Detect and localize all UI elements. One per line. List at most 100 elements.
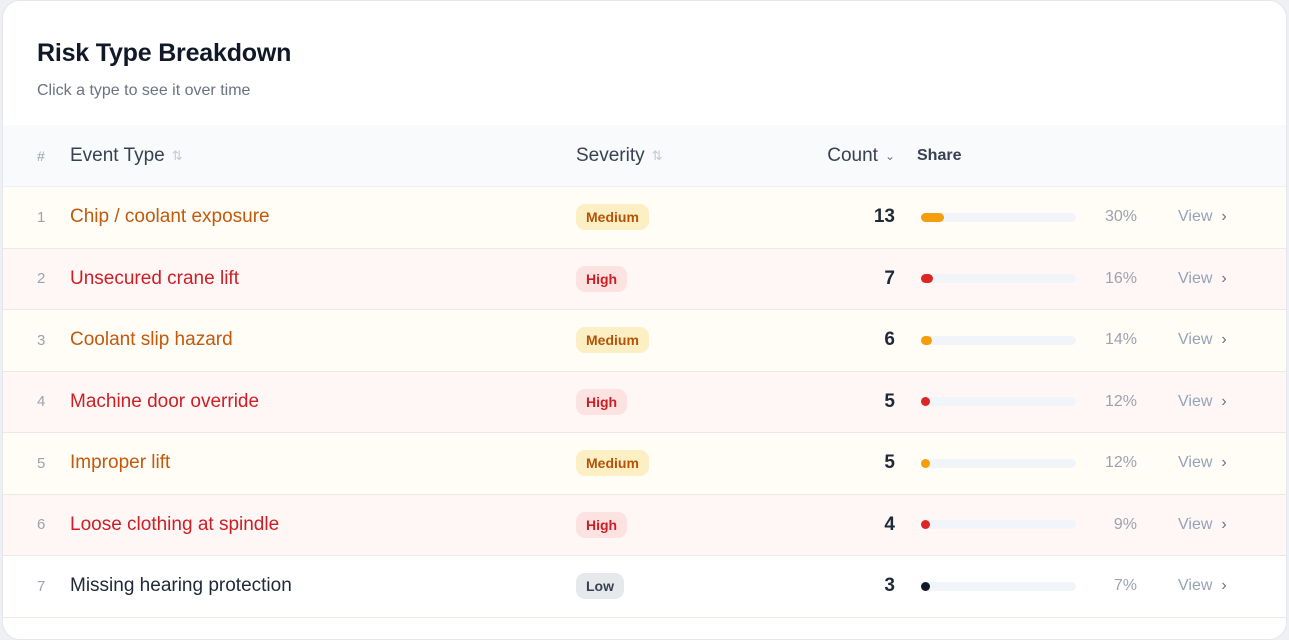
- share-bar-fill: [921, 212, 944, 222]
- count-value: 13: [873, 206, 895, 228]
- chevron-right-icon: ›: [1221, 331, 1227, 349]
- share-percent: 12%: [1104, 392, 1137, 410]
- severity-badge: High: [576, 511, 628, 538]
- count-value: 6: [884, 329, 895, 351]
- table-row[interactable]: 6 Loose clothing at spindle High 4 9% Vi…: [3, 494, 1286, 556]
- severity-cell: Medium: [576, 187, 649, 248]
- header-count[interactable]: Count ⌄: [763, 125, 895, 186]
- chevron-right-icon: ›: [1221, 269, 1227, 287]
- view-label: View: [1178, 515, 1213, 533]
- chevron-right-icon: ›: [1221, 392, 1227, 410]
- chevron-right-icon: ›: [1221, 515, 1227, 533]
- share-bar-track: [921, 520, 1076, 530]
- table-row[interactable]: 3 Coolant slip hazard Medium 6 14% View …: [3, 310, 1286, 372]
- severity-cell: High: [576, 495, 628, 556]
- count-value: 5: [884, 390, 895, 412]
- share-bar-track: [921, 458, 1076, 468]
- table-row[interactable]: 2 Unsecured crane lift High 7 16% View ›: [3, 248, 1286, 310]
- share-bar: [921, 249, 1076, 310]
- chevron-down-icon[interactable]: ⌄: [885, 149, 895, 163]
- view-button[interactable]: View ›: [1178, 372, 1227, 433]
- event-type-link[interactable]: Missing hearing protection: [70, 556, 292, 617]
- card-header: Risk Type Breakdown Click a type to see …: [3, 1, 1286, 125]
- sort-arrows-icon[interactable]: ⇅: [652, 148, 663, 164]
- severity-badge: Medium: [576, 204, 649, 231]
- share-percent: 7%: [1113, 577, 1137, 595]
- table-row[interactable]: 4 Machine door override High 5 12% View …: [3, 371, 1286, 433]
- share-bar-track: [921, 335, 1076, 345]
- share-percent: 9%: [1113, 515, 1137, 533]
- share-bar: [921, 433, 1076, 494]
- share-bar-track: [921, 274, 1076, 284]
- share-bar-fill: [921, 274, 933, 284]
- view-button[interactable]: View ›: [1178, 310, 1227, 371]
- severity-badge: Low: [576, 573, 624, 600]
- count-value: 5: [884, 452, 895, 474]
- event-type-link[interactable]: Unsecured crane lift: [70, 249, 239, 310]
- severity-badge: Medium: [576, 327, 649, 354]
- table-row[interactable]: 5 Improper lift Medium 5 12% View ›: [3, 433, 1286, 495]
- event-type-link[interactable]: Improper lift: [70, 433, 170, 494]
- table-row[interactable]: 7 Missing hearing protection Low 3 7% Vi…: [3, 556, 1286, 618]
- view-label: View: [1178, 392, 1213, 410]
- row-number: 3: [37, 331, 46, 349]
- share-bar: [921, 495, 1076, 556]
- row-number: 5: [37, 454, 46, 472]
- row-number: 6: [37, 516, 46, 534]
- chevron-right-icon: ›: [1221, 454, 1227, 472]
- severity-cell: High: [576, 372, 628, 433]
- share-bar-fill: [921, 397, 930, 407]
- share-percent: 30%: [1104, 208, 1137, 226]
- view-button[interactable]: View ›: [1178, 187, 1227, 248]
- view-label: View: [1178, 577, 1213, 595]
- header-num: #: [37, 147, 45, 164]
- view-button[interactable]: View ›: [1178, 249, 1227, 310]
- event-type-link[interactable]: Coolant slip hazard: [70, 310, 233, 371]
- header-event-type-label: Event Type: [70, 144, 165, 166]
- severity-badge: High: [576, 265, 628, 292]
- count-value: 4: [884, 513, 895, 535]
- share-bar: [921, 556, 1076, 617]
- severity-cell: Medium: [576, 310, 649, 371]
- severity-badge: High: [576, 388, 628, 415]
- header-share: Share: [917, 146, 962, 164]
- share-bar-track: [921, 397, 1076, 407]
- share-bar-track: [921, 212, 1076, 222]
- row-number: 1: [37, 208, 46, 226]
- share-percent: 16%: [1104, 269, 1137, 287]
- share-bar: [921, 187, 1076, 248]
- view-label: View: [1178, 331, 1213, 349]
- view-label: View: [1178, 454, 1213, 472]
- table-header: # Event Type ⇅ Severity ⇅ Count ⌄ Share: [3, 125, 1286, 187]
- view-label: View: [1178, 208, 1213, 226]
- row-number: 2: [37, 270, 46, 288]
- severity-cell: High: [576, 249, 628, 310]
- sort-arrows-icon[interactable]: ⇅: [172, 148, 183, 164]
- header-count-label: Count: [827, 144, 878, 166]
- view-label: View: [1178, 269, 1213, 287]
- share-bar-fill: [921, 581, 930, 591]
- view-button[interactable]: View ›: [1178, 556, 1227, 617]
- share-bar-fill: [921, 335, 932, 345]
- chevron-right-icon: ›: [1221, 577, 1227, 595]
- header-event-type[interactable]: Event Type ⇅: [70, 125, 183, 186]
- table-row[interactable]: 1 Chip / coolant exposure Medium 13 30% …: [3, 187, 1286, 249]
- event-type-link[interactable]: Machine door override: [70, 372, 259, 433]
- card-subtitle: Click a type to see it over time: [37, 82, 251, 99]
- view-button[interactable]: View ›: [1178, 433, 1227, 494]
- table-body: 1 Chip / coolant exposure Medium 13 30% …: [3, 187, 1286, 618]
- card-title: Risk Type Breakdown: [37, 39, 292, 67]
- event-type-link[interactable]: Loose clothing at spindle: [70, 495, 279, 556]
- severity-cell: Medium: [576, 433, 649, 494]
- count-value: 3: [884, 575, 895, 597]
- event-type-link[interactable]: Chip / coolant exposure: [70, 187, 270, 248]
- share-percent: 14%: [1104, 331, 1137, 349]
- view-button[interactable]: View ›: [1178, 495, 1227, 556]
- share-bar: [921, 310, 1076, 371]
- share-bar-track: [921, 581, 1076, 591]
- count-value: 7: [884, 267, 895, 289]
- header-severity[interactable]: Severity ⇅: [576, 125, 663, 186]
- share-bar-fill: [921, 458, 930, 468]
- header-severity-label: Severity: [576, 144, 645, 166]
- severity-cell: Low: [576, 556, 624, 617]
